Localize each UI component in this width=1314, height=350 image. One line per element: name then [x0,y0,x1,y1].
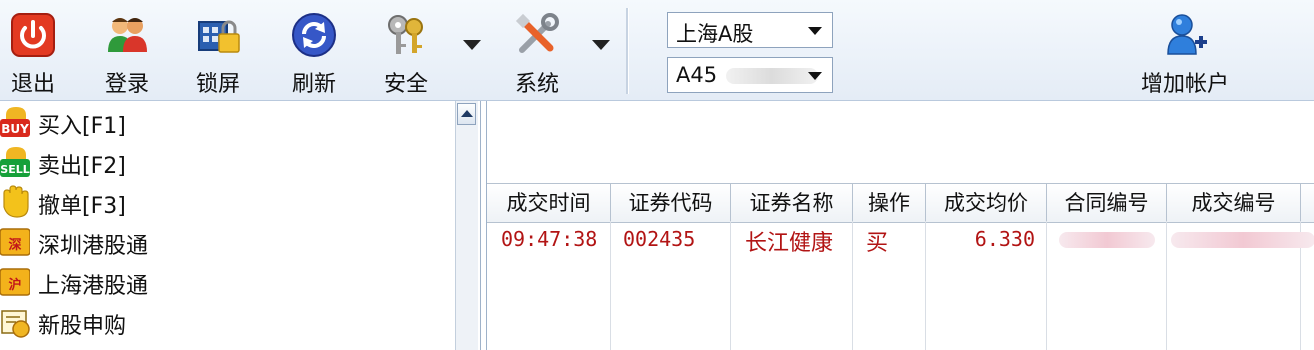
column-header-security-name[interactable]: 证券名称 [731,184,853,222]
refresh-button[interactable]: 刷新 [274,6,354,97]
column-divider [1046,221,1047,350]
users-icon [108,18,147,52]
menu-item-label: 撤单[F3] [38,194,126,219]
redacted-account-mask [726,68,818,84]
svg-text:深: 深 [8,237,21,253]
chevron-down-icon [808,27,822,35]
column-divider [852,221,853,350]
lock-screen-label: 锁屏 [195,72,240,97]
cell-security-code: 002435 [623,227,696,251]
add-account-button[interactable]: 增加帐户 [1130,6,1240,97]
power-icon [11,13,55,57]
svg-text:沪: 沪 [8,277,21,293]
cell-avg-price: 6.330 [974,227,1035,251]
toolbar: 退出 登录 锁屏 刷新 安全 系统 上海A股 A45 增加帐户 [0,0,1314,101]
redacted-trade-no [1171,232,1314,248]
account-select[interactable]: A45 [667,57,833,93]
chevron-down-icon [808,72,822,80]
svg-text:BUY: BUY [1,122,29,136]
exit-label: 退出 [10,72,55,97]
menu-item-label: 卖出[F2] [38,154,126,179]
account-select-value: A45 [676,63,718,87]
add-user-icon [1167,14,1207,55]
column-divider [1166,221,1167,350]
column-divider [925,221,926,350]
market-select[interactable]: 上海A股 [667,12,833,48]
scroll-up-icon[interactable] [457,103,476,125]
shanghai-hk-connect-icon: 沪 [0,268,30,296]
redacted-contract-no [1059,232,1155,248]
buy-icon: BUY [0,107,30,137]
menu-scrollbar[interactable] [455,101,478,350]
add-account-label: 增加帐户 [1140,72,1229,97]
trades-panel: 成交时间 证券代码 证券名称 操作 成交均价 合同编号 成交编号 09:47:3… [486,101,1314,350]
keys-icon [388,15,423,54]
cell-action: 买 [866,231,889,256]
login-button[interactable]: 登录 [87,6,167,97]
system-dropdown-arrow-icon[interactable] [592,40,610,50]
refresh-icon [292,13,336,57]
exit-button[interactable]: 退出 [0,6,73,97]
lock-screen-icon [198,20,240,53]
menu-item-shenzhen-hk-connect[interactable]: 深 深圳港股通 [0,223,452,261]
login-label: 登录 [104,72,149,97]
svg-text:SELL: SELL [0,163,29,176]
market-select-value: 上海A股 [676,22,754,46]
cell-security-name: 长江健康 [745,231,834,256]
refresh-label: 刷新 [291,72,336,97]
column-header-contract-no[interactable]: 合同编号 [1047,184,1167,222]
cancel-hand-icon [3,185,29,218]
menu-item-buy[interactable]: BUY 买入[F1] [0,103,452,141]
lock-screen-button[interactable]: 锁屏 [178,6,258,97]
menu-item-shanghai-hk-connect[interactable]: 沪 上海港股通 [0,263,452,301]
column-header-trade-no[interactable]: 成交编号 [1167,184,1301,222]
tools-icon [515,13,559,53]
menu-item-label: 买入[F1] [38,114,126,139]
system-label: 系统 [514,72,559,97]
table-header: 成交时间 证券代码 证券名称 操作 成交均价 合同编号 成交编号 [487,183,1314,223]
column-header-action[interactable]: 操作 [853,184,926,222]
ipo-subscribe-icon [1,310,30,338]
sell-icon: SELL [0,147,30,177]
menu-item-label: 上海港股通 [38,274,149,299]
column-header-security-code[interactable]: 证券代码 [611,184,731,222]
toolbar-separator [626,8,629,94]
menu-item-sell[interactable]: SELL 卖出[F2] [0,143,452,181]
cell-trade-time: 09:47:38 [501,227,598,251]
system-button[interactable]: 系统 [497,6,577,97]
function-menu: BUY 买入[F1] SELL 卖出[F2] 撤单[F3] 深 深圳港股通 沪 … [0,101,481,350]
column-divider [730,221,731,350]
security-button[interactable]: 安全 [366,6,446,97]
menu-item-label: 新股申购 [38,314,127,339]
menu-item-ipo-subscribe[interactable]: 新股申购 [0,303,452,341]
column-divider [610,221,611,350]
security-label: 安全 [383,72,428,97]
column-header-trade-time[interactable]: 成交时间 [487,184,611,222]
menu-item-cancel-order[interactable]: 撤单[F3] [0,183,452,221]
shenzhen-hk-connect-icon: 深 [0,228,30,256]
security-dropdown-arrow-icon[interactable] [463,40,481,50]
menu-item-label: 深圳港股通 [38,234,149,259]
column-header-avg-price[interactable]: 成交均价 [926,184,1047,222]
